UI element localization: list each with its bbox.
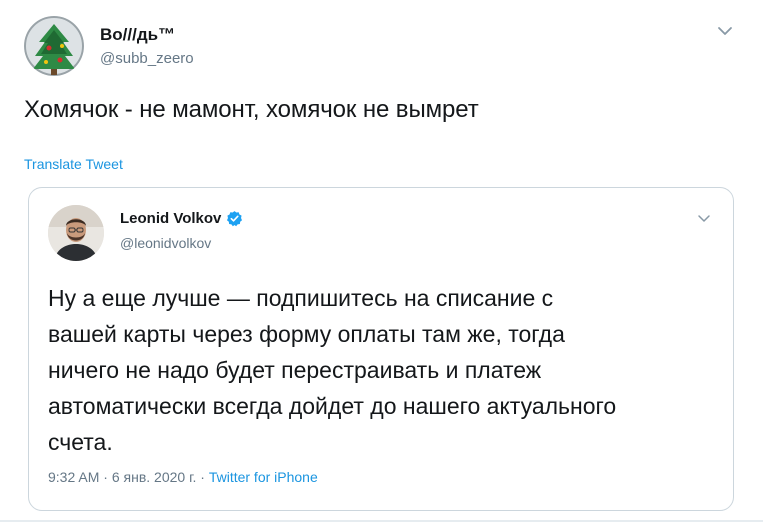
user-handle[interactable]: @subb_zeero bbox=[100, 50, 194, 67]
quoted-avatar-image bbox=[48, 205, 104, 261]
quoted-tweet[interactable]: Leonid Volkov @leonidvolkov Ну а еще луч… bbox=[28, 187, 734, 511]
meta-separator: · bbox=[103, 469, 108, 485]
quoted-text-line: счета. bbox=[48, 429, 113, 455]
quoted-chevron-down-icon[interactable] bbox=[697, 212, 711, 224]
avatar-image bbox=[24, 16, 84, 76]
quoted-user-avatar[interactable] bbox=[48, 205, 104, 261]
quoted-tweet-meta: 9:32 AM · 6 янв. 2020 г. · Twitter for i… bbox=[48, 469, 318, 485]
quoted-time[interactable]: 9:32 AM bbox=[48, 469, 99, 485]
display-name[interactable]: Bo///дь™ bbox=[100, 25, 175, 45]
quoted-text-line: автоматически всегда дойдет до нашего ак… bbox=[48, 393, 617, 419]
user-avatar[interactable] bbox=[24, 16, 84, 76]
verified-badge-icon bbox=[226, 210, 243, 227]
quoted-display-name[interactable]: Leonid Volkov bbox=[120, 210, 221, 227]
tweet-text: Хомячок - не мамонт, хомячок не вымрет bbox=[24, 96, 479, 123]
quoted-source-link[interactable]: Twitter for iPhone bbox=[209, 469, 318, 485]
quoted-tweet-text: Ну а еще лучше — подпишитесь на списание… bbox=[48, 280, 718, 460]
quoted-text-line: Ну а еще лучше — подпишитесь на списание… bbox=[48, 285, 554, 311]
quoted-text-line: вашей карты через форму оплаты там же, т… bbox=[48, 321, 565, 347]
chevron-down-icon[interactable] bbox=[716, 24, 734, 38]
quoted-date[interactable]: 6 янв. 2020 г. bbox=[112, 469, 197, 485]
tweet-card: Bo///дь™ @subb_zeero Хомячок - не мамонт… bbox=[0, 0, 763, 522]
meta-separator: · bbox=[200, 469, 205, 485]
quoted-user-handle[interactable]: @leonidvolkov bbox=[120, 235, 211, 251]
quoted-text-line: ничего не надо будет перестраивать и пла… bbox=[48, 357, 542, 383]
quoted-name-row: Leonid Volkov bbox=[120, 210, 243, 227]
translate-tweet-link[interactable]: Translate Tweet bbox=[24, 156, 123, 172]
